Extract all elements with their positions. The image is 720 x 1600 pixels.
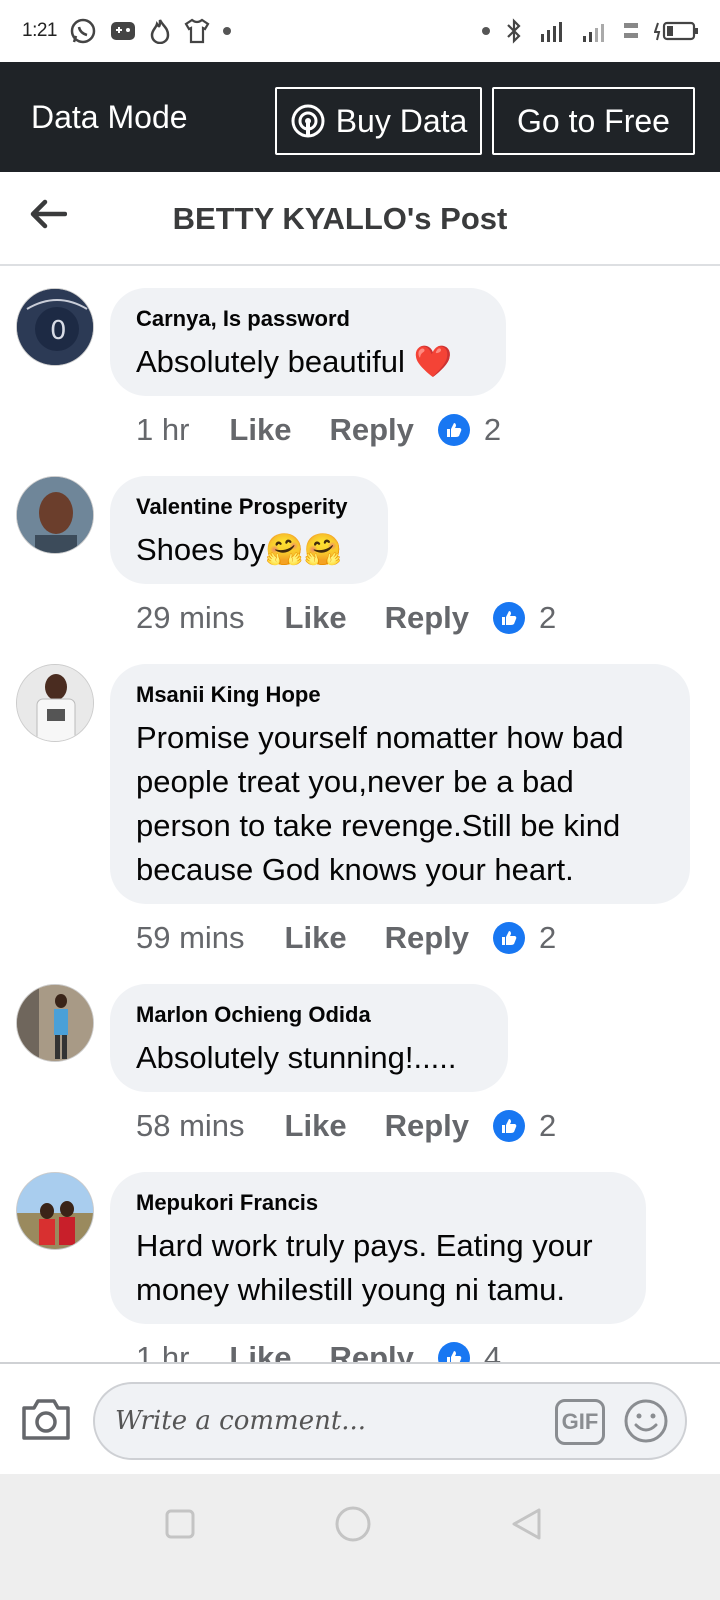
shirt-icon: [183, 18, 211, 44]
gif-button[interactable]: GIF: [555, 1399, 605, 1445]
like-reaction-icon: [493, 1110, 525, 1142]
avatar[interactable]: [16, 1172, 94, 1250]
camera-icon: [22, 1399, 70, 1440]
go-to-free-button[interactable]: Go to Free: [492, 87, 695, 155]
comment-author[interactable]: Mepukori Francis: [136, 1190, 620, 1216]
reaction-summary[interactable]: 2: [437, 412, 502, 448]
comment-text: Absolutely stunning!.....: [136, 1040, 457, 1075]
reaction-summary[interactable]: 2: [493, 600, 556, 636]
page-title: BETTY KYALLO's Post: [172, 201, 508, 236]
status-bar: 1:21: [0, 0, 720, 62]
comment-actions: 1 hr Like Reply 2: [136, 412, 501, 448]
like-button[interactable]: Like: [285, 1108, 347, 1144]
buy-data-button[interactable]: Buy Data: [275, 87, 482, 155]
comment-text: Promise yourself nomatter how bad people…: [136, 720, 624, 887]
like-button[interactable]: Like: [229, 412, 291, 448]
recents-button[interactable]: [158, 1502, 202, 1546]
comments-list[interactable]: 0 Carnya, Is password Absolutely beautif…: [0, 268, 720, 1362]
reaction-count: 4: [483, 1340, 502, 1362]
camera-button[interactable]: [20, 1396, 72, 1442]
like-button[interactable]: Like: [285, 600, 347, 636]
avatar[interactable]: [16, 984, 94, 1062]
comment-bubble: Valentine Prosperity Shoes by🤗🤗: [110, 476, 388, 584]
network-speed-icon: [622, 18, 640, 44]
whatsapp-icon: [69, 17, 97, 45]
bluetooth-icon: [504, 18, 524, 44]
battery-icon: [654, 19, 700, 43]
reply-button[interactable]: Reply: [329, 1340, 413, 1362]
system-nav-bar: [0, 1474, 720, 1600]
notification-dot: [482, 27, 490, 35]
avatar[interactable]: [16, 476, 94, 554]
comment-placeholder: Write a comment...: [115, 1406, 367, 1436]
buy-data-label: Buy Data: [335, 102, 468, 139]
avatar[interactable]: [16, 664, 94, 742]
reply-button[interactable]: Reply: [385, 600, 469, 636]
reply-button[interactable]: Reply: [385, 920, 469, 956]
square-icon: [165, 1509, 195, 1539]
signal-bars-icon: [580, 18, 608, 44]
data-mode-banner: Data Mode Buy Data Go to Free: [0, 62, 720, 172]
flame-icon: [149, 18, 171, 44]
comment-time: 29 mins: [136, 600, 245, 635]
comment-time: 1 hr: [136, 1340, 190, 1362]
comment-bubble: Msanii King Hope Promise yourself nomatt…: [110, 664, 690, 904]
comment-composer: Write a comment... GIF: [0, 1362, 720, 1474]
like-reaction-icon: [437, 414, 470, 446]
reaction-count: 2: [539, 600, 557, 635]
comment-actions: 59 mins Like Reply 2: [136, 920, 556, 956]
comment-time: 59 mins: [136, 920, 245, 955]
comment-author[interactable]: Carnya, Is password: [136, 306, 480, 332]
like-button[interactable]: Like: [229, 1340, 291, 1362]
comment-text: Hard work truly pays. Eating your money …: [136, 1228, 593, 1307]
reaction-summary[interactable]: 2: [493, 920, 556, 956]
reply-button[interactable]: Reply: [385, 1108, 469, 1144]
comment-actions: 1 hr Like Reply 4: [136, 1340, 501, 1362]
comment-actions: 29 mins Like Reply 2: [136, 600, 556, 636]
comment-time: 58 mins: [136, 1108, 245, 1143]
broadcast-icon: [291, 104, 325, 138]
comment-input[interactable]: Write a comment... GIF: [93, 1382, 687, 1460]
comment-bubble: Carnya, Is password Absolutely beautiful…: [110, 288, 506, 396]
avatar[interactable]: 0: [16, 288, 94, 366]
like-reaction-icon: [493, 602, 525, 634]
notification-dot: [222, 27, 231, 35]
comment-actions: 58 mins Like Reply 2: [136, 1108, 556, 1144]
reaction-summary[interactable]: 4: [437, 1340, 502, 1362]
comment-author[interactable]: Msanii King Hope: [136, 682, 664, 708]
signal-4g-icon: [538, 18, 566, 44]
comment-author[interactable]: Marlon Ochieng Odida: [136, 1002, 482, 1028]
reaction-count: 2: [539, 920, 557, 955]
data-mode-title: Data Mode: [31, 98, 188, 135]
go-to-free-label: Go to Free: [517, 102, 670, 139]
reaction-summary[interactable]: 2: [493, 1108, 556, 1144]
back-nav-button[interactable]: [504, 1502, 548, 1546]
status-clock: 1:21: [22, 20, 57, 41]
comment-text: Shoes by🤗🤗: [136, 532, 343, 567]
comment-author[interactable]: Valentine Prosperity: [136, 494, 362, 520]
comment-bubble: Marlon Ochieng Odida Absolutely stunning…: [110, 984, 508, 1092]
like-button[interactable]: Like: [285, 920, 347, 956]
emoji-button[interactable]: [623, 1398, 669, 1444]
like-reaction-icon: [493, 922, 525, 954]
smiley-icon: [624, 1399, 668, 1443]
comment-text: Absolutely beautiful ❤️: [136, 344, 453, 379]
reaction-count: 2: [539, 1108, 557, 1143]
gif-label: GIF: [561, 1409, 599, 1434]
reaction-count: 2: [483, 412, 502, 447]
reply-button[interactable]: Reply: [329, 412, 413, 448]
home-button[interactable]: [331, 1502, 375, 1546]
comment-bubble: Mepukori Francis Hard work truly pays. E…: [110, 1172, 646, 1324]
like-reaction-icon: [437, 1342, 470, 1362]
triangle-back-icon: [512, 1508, 541, 1540]
game-controller-icon: [109, 19, 137, 43]
svg-text:0: 0: [50, 316, 67, 346]
comment-time: 1 hr: [136, 412, 190, 447]
circle-icon: [335, 1506, 371, 1542]
post-header: BETTY KYALLO's Post: [0, 172, 720, 266]
